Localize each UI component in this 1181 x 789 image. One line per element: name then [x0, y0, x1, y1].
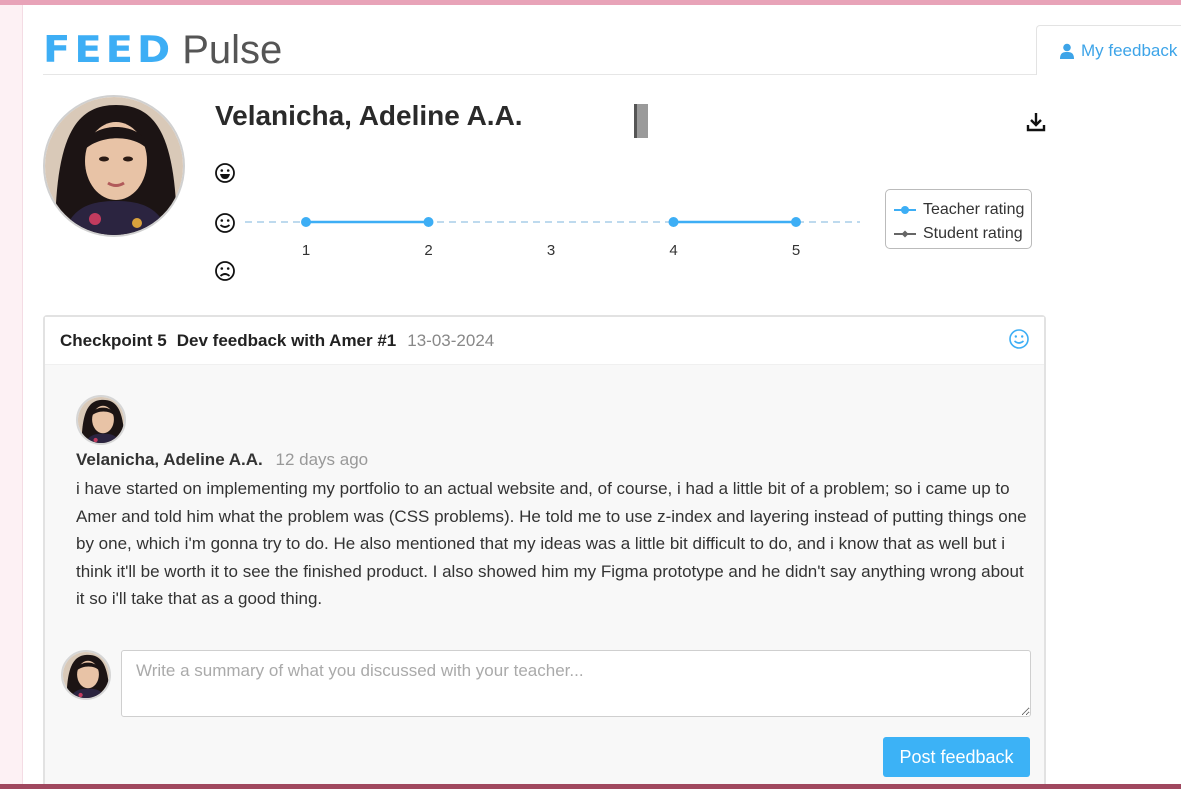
logo-pulse-text: Pulse: [182, 28, 283, 72]
student-name: Velanicha, Adeline A.A.: [215, 100, 523, 131]
x-tick-label: 5: [792, 242, 800, 259]
tab-my-feedback[interactable]: My feedback: [1036, 25, 1181, 75]
comment-author-name: Velanicha, Adeline A.A.: [76, 450, 263, 469]
window-bottom-border: [0, 784, 1181, 789]
left-margin-strip: [0, 5, 23, 785]
logo-feed-text: FEED: [43, 28, 175, 72]
post-feedback-button[interactable]: Post feedback: [883, 737, 1030, 777]
grinning-face-icon: [215, 163, 235, 183]
x-tick-label: 1: [302, 242, 310, 259]
comment-meta: Velanicha, Adeline A.A. 12 days ago: [76, 450, 368, 470]
smiling-face-icon[interactable]: [1008, 328, 1030, 350]
teacher-data-point: [423, 217, 434, 227]
checkpoint-date: 13-03-2024: [407, 330, 495, 350]
feedback-summary-input[interactable]: [121, 650, 1031, 717]
checkpoint-title: Dev feedback with Amer #1: [176, 330, 397, 350]
header-divider: [43, 74, 1037, 75]
teacher-data-point: [668, 217, 679, 227]
frowning-face-icon: [215, 261, 235, 281]
tab-my-feedback-label: My feedback: [1081, 40, 1178, 60]
chart-legend: Teacher rating Student rating: [885, 189, 1032, 249]
download-icon[interactable]: [1026, 112, 1046, 134]
legend-student-swatch: [894, 230, 916, 238]
student-avatar: [43, 95, 185, 237]
legend-student-label: Student rating: [923, 225, 1023, 242]
legend-item-teacher[interactable]: Teacher rating: [894, 198, 1031, 222]
card-header: Checkpoint 5 Dev feedback with Amer #1 1…: [45, 317, 1044, 365]
legend-teacher-label: Teacher rating: [923, 201, 1025, 218]
text-cursor-marker: [634, 104, 648, 138]
user-photo: [63, 652, 109, 698]
user-icon: [1060, 43, 1074, 59]
author-photo: [78, 397, 124, 443]
comment-author-avatar: [76, 395, 126, 445]
comment-timestamp: 12 days ago: [275, 450, 369, 469]
checkpoint-label: Checkpoint 5: [60, 330, 167, 350]
reply-user-avatar: [61, 650, 111, 700]
feedback-card: Checkpoint 5 Dev feedback with Amer #1 1…: [43, 315, 1046, 789]
feedpulse-logo[interactable]: FEED Pulse: [43, 28, 282, 72]
student-photo: [45, 97, 183, 235]
window-top-border: [0, 0, 1181, 5]
x-tick-label: 3: [547, 242, 555, 259]
teacher-data-point: [791, 217, 801, 227]
x-tick-label: 4: [669, 242, 677, 259]
teacher-data-point: [301, 217, 311, 227]
rating-chart: 1 2 3 4 5: [245, 217, 860, 259]
legend-item-student[interactable]: Student rating: [894, 222, 1031, 246]
comment-text: i have started on implementing my portfo…: [76, 479, 1027, 608]
smiling-face-icon: [215, 213, 235, 233]
x-tick-label: 2: [424, 242, 432, 259]
legend-teacher-swatch: [894, 206, 916, 214]
